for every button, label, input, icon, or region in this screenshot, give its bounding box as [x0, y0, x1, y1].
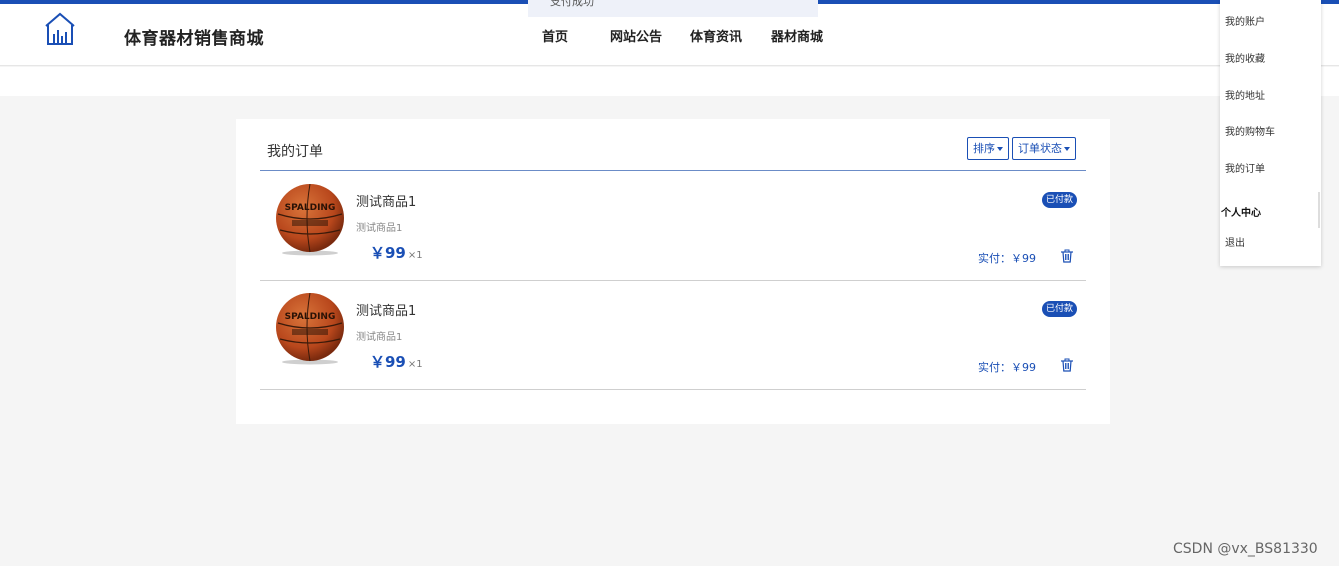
- product-price: ￥99 ×1: [370, 242, 423, 263]
- site-title: 体育器材销售商城: [124, 29, 264, 49]
- watermark: CSDN @vx_BS81330: [1173, 541, 1318, 557]
- sort-dropdown-button[interactable]: 排序: [967, 137, 1009, 160]
- paid-amount: 实付：￥99: [978, 361, 1036, 374]
- status-badge: 已付款: [1042, 301, 1078, 317]
- menu-item-favorites[interactable]: 我的收藏: [1225, 50, 1265, 65]
- nav-item-home[interactable]: 首页: [542, 26, 568, 45]
- order-row: SPALDING 测试商品1 测试商品1 ￥99 ×1 已付款 实付：￥99: [260, 281, 1086, 390]
- paid-amount: 实付：￥99: [978, 252, 1036, 265]
- menu-item-account[interactable]: 我的账户: [1225, 13, 1265, 28]
- nav-item-equipment-mall[interactable]: 器材商城: [771, 26, 823, 45]
- quantity: ×1: [407, 250, 423, 261]
- trash-icon[interactable]: [1060, 249, 1074, 263]
- trash-icon[interactable]: [1060, 358, 1074, 372]
- divider: [1318, 192, 1320, 228]
- header-spacer: [0, 67, 1339, 96]
- product-price: ￥99 ×1: [370, 351, 423, 372]
- order-status-dropdown-button[interactable]: 订单状态: [1012, 137, 1076, 160]
- sort-label: 排序: [973, 142, 995, 155]
- product-description: 测试商品1: [356, 332, 403, 343]
- toast-notification: 支付成功: [528, 0, 818, 17]
- product-name[interactable]: 测试商品1: [356, 300, 416, 319]
- user-menu-dropdown: 我的账户 我的收藏 我的地址 我的购物车 我的订单 个人中心 退出: [1220, 0, 1321, 266]
- menu-item-logout[interactable]: 退出: [1225, 234, 1245, 249]
- price-value: ￥99: [370, 353, 406, 371]
- divider: [260, 170, 1086, 171]
- product-name[interactable]: 测试商品1: [356, 191, 416, 210]
- product-description: 测试商品1: [356, 223, 403, 234]
- building-chart-icon[interactable]: [44, 12, 76, 46]
- menu-item-cart[interactable]: 我的购物车: [1225, 123, 1275, 138]
- orders-card: 我的订单 排序 订单状态 SPALDING 测试商品1 测试商品1 ￥99 ×1 …: [236, 119, 1110, 424]
- menu-item-orders[interactable]: 我的订单: [1225, 160, 1265, 175]
- order-status-label: 订单状态: [1018, 142, 1062, 155]
- caret-down-icon: [997, 147, 1003, 151]
- basketball-product-image[interactable]: SPALDING: [274, 293, 346, 365]
- price-value: ￥99: [370, 244, 406, 262]
- basketball-product-image[interactable]: SPALDING: [274, 184, 346, 256]
- user-center-link[interactable]: 个人中心: [1221, 204, 1261, 219]
- quantity: ×1: [407, 359, 423, 370]
- svg-text:SPALDING: SPALDING: [285, 312, 336, 322]
- nav-item-announcements[interactable]: 网站公告: [610, 26, 662, 45]
- nav-item-sports-news[interactable]: 体育资讯: [690, 26, 742, 45]
- order-row: SPALDING 测试商品1 测试商品1 ￥99 ×1 已付款 实付：￥99: [260, 172, 1086, 281]
- svg-text:SPALDING: SPALDING: [285, 203, 336, 213]
- orders-title: 我的订单: [267, 144, 323, 160]
- toast-message: 支付成功: [550, 0, 594, 8]
- menu-item-address[interactable]: 我的地址: [1225, 87, 1265, 102]
- caret-down-icon: [1064, 147, 1070, 151]
- status-badge: 已付款: [1042, 192, 1078, 208]
